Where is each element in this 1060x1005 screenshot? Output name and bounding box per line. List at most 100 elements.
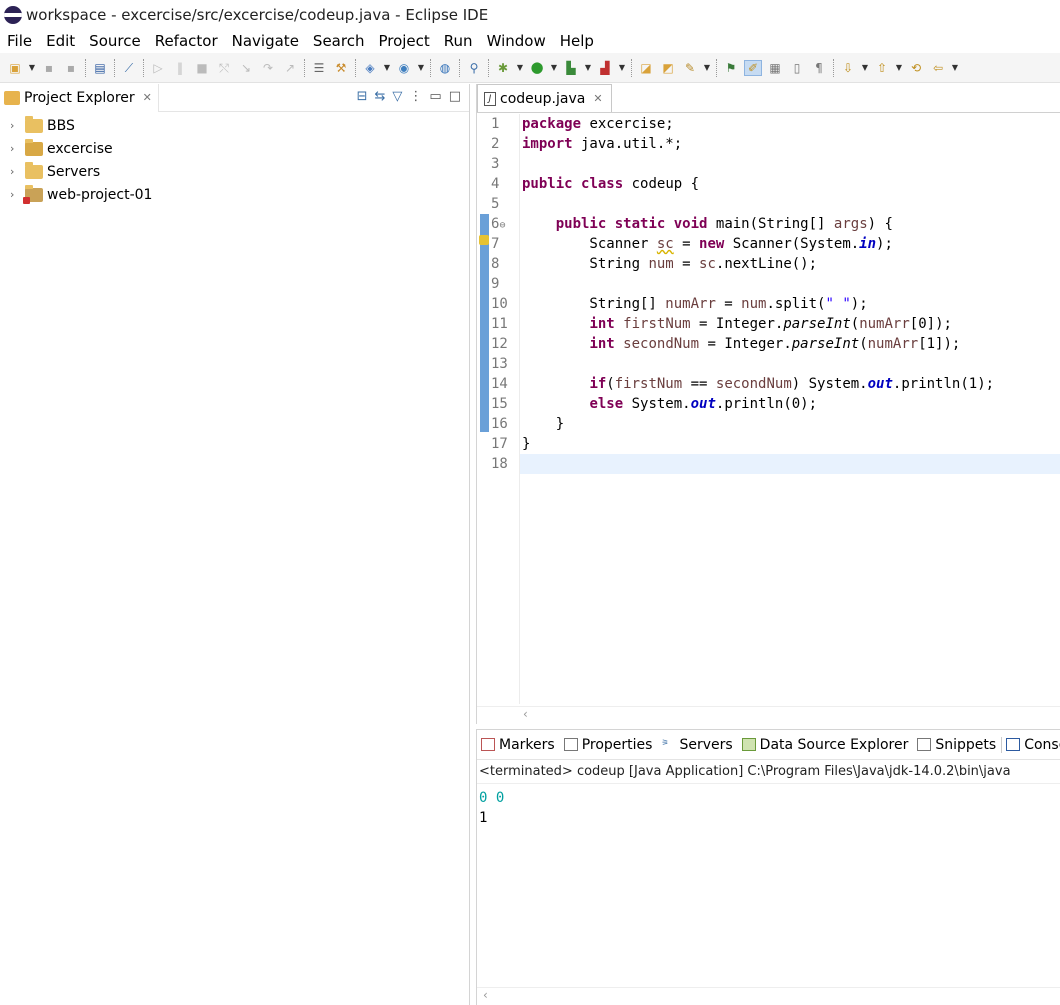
coverage-icon[interactable]: ▙ (562, 60, 580, 76)
menu-run[interactable]: Run (444, 32, 473, 50)
web-browser-icon[interactable]: ◍ (436, 60, 454, 76)
menu-search[interactable]: Search (313, 32, 365, 50)
suspend-icon[interactable]: ‖ (171, 60, 189, 76)
chevron-right-icon[interactable]: › (10, 119, 20, 132)
code-line[interactable]: Scanner sc = new Scanner(System.in); (520, 234, 1060, 254)
scroll-left-icon[interactable]: ‹ (523, 707, 528, 721)
warning-icon[interactable] (479, 235, 489, 245)
tree-item-web-project-01[interactable]: › web-project-01 (0, 183, 469, 206)
next-annotation-icon[interactable]: ⇩ (839, 60, 857, 76)
tab-snippets[interactable]: Snippets (913, 737, 1001, 753)
debug-icon[interactable]: ✱ (494, 60, 512, 76)
code-line[interactable]: String[] numArr = num.split(" "); (520, 294, 1060, 314)
code-line[interactable]: package excercise; (520, 114, 1060, 134)
open-type-icon[interactable]: ◪ (637, 60, 655, 76)
menu-file[interactable]: File (7, 32, 32, 50)
link-with-editor-icon[interactable]: ⇆ (375, 89, 386, 104)
code-lines[interactable]: package excercise; import java.util.*; pu… (519, 114, 1060, 704)
scroll-left-icon[interactable]: ‹ (483, 988, 488, 1002)
debug-dropdown-icon[interactable]: ▼ (516, 60, 524, 76)
new-class-icon[interactable]: ◉ (395, 60, 413, 76)
tab-console[interactable]: Consc (1001, 736, 1060, 753)
tab-codeup-java[interactable]: J codeup.java ✕ (477, 84, 612, 112)
toggle-block-icon[interactable]: ☰ (310, 60, 328, 76)
open-task-icon[interactable]: ◩ (659, 60, 677, 76)
code-line[interactable] (520, 274, 1060, 294)
minimize-icon[interactable]: ▭ (429, 89, 441, 104)
external-tools-icon[interactable]: ▟ (596, 60, 614, 76)
menu-refactor[interactable]: Refactor (155, 32, 218, 50)
tree-item-servers[interactable]: › Servers (0, 160, 469, 183)
last-edit-icon[interactable]: ⟲ (907, 60, 925, 76)
terminal-icon[interactable]: ▤ (91, 60, 109, 76)
code-line[interactable] (520, 154, 1060, 174)
back-dropdown-icon[interactable]: ▼ (951, 60, 959, 76)
new-dropdown-icon[interactable]: ▼ (28, 60, 36, 76)
code-editor[interactable]: 1 2 3 4 5 6⊖ 7 8 9 10 11 12 13 14 15 16 … (477, 114, 1060, 704)
view-menu-icon[interactable]: ⋮ (409, 89, 422, 104)
skip-breakpoints-icon[interactable]: ⟋ (120, 60, 138, 76)
toggle-mark-icon[interactable]: ⚒ (332, 60, 350, 76)
next-annotation-dropdown-icon[interactable]: ▼ (861, 60, 869, 76)
terminate-icon[interactable]: ■ (193, 60, 211, 76)
previous-annotation-dropdown-icon[interactable]: ▼ (895, 60, 903, 76)
pen-icon[interactable]: ✎ (681, 60, 699, 76)
chevron-right-icon[interactable]: › (10, 188, 20, 201)
current-code-line[interactable] (520, 454, 1060, 474)
save-all-icon[interactable]: ▪ (62, 60, 80, 76)
new-class-dropdown-icon[interactable]: ▼ (417, 60, 425, 76)
menu-edit[interactable]: Edit (46, 32, 75, 50)
tree-item-excercise[interactable]: › excercise (0, 137, 469, 160)
run-icon[interactable]: ● (528, 60, 546, 76)
back-icon[interactable]: ⇦ (929, 60, 947, 76)
filter-icon[interactable]: ▽ (392, 89, 402, 104)
line-number-fold[interactable]: 6⊖ (489, 214, 519, 234)
coverage-dropdown-icon[interactable]: ▼ (584, 60, 592, 76)
resume-icon[interactable]: ▷ (149, 60, 167, 76)
chevron-right-icon[interactable]: › (10, 165, 20, 178)
chevron-right-icon[interactable]: › (10, 142, 20, 155)
previous-annotation-icon[interactable]: ⇧ (873, 60, 891, 76)
menu-navigate[interactable]: Navigate (232, 32, 299, 50)
show-whitespace-icon[interactable]: ¶ (810, 60, 828, 76)
menu-project[interactable]: Project (378, 32, 429, 50)
word-wrap-icon[interactable]: ▦ (766, 60, 784, 76)
code-line[interactable]: if(firstNum == secondNum) System.out.pri… (520, 374, 1060, 394)
run-dropdown-icon[interactable]: ▼ (550, 60, 558, 76)
step-return-icon[interactable]: ↗ (281, 60, 299, 76)
collapse-all-icon[interactable]: ⊟ (357, 89, 368, 104)
code-line[interactable]: } (520, 434, 1060, 454)
tree-item-bbs[interactable]: › BBS (0, 114, 469, 137)
console-output[interactable]: 0 0 1 (477, 784, 1060, 828)
new-server-dropdown-icon[interactable]: ▼ (383, 60, 391, 76)
new-icon[interactable]: ▣ (6, 60, 24, 76)
code-line[interactable]: String num = sc.nextLine(); (520, 254, 1060, 274)
search-icon[interactable]: ⚲ (465, 60, 483, 76)
menu-help[interactable]: Help (560, 32, 594, 50)
code-line[interactable] (520, 354, 1060, 374)
step-into-icon[interactable]: ↘ (237, 60, 255, 76)
disconnect-icon[interactable]: ⤲ (215, 60, 233, 76)
tab-project-explorer[interactable]: Project Explorer ✕ (0, 83, 159, 112)
close-icon[interactable]: ✕ (143, 91, 152, 104)
close-icon[interactable]: ✕ (593, 92, 602, 105)
save-icon[interactable]: ▪ (40, 60, 58, 76)
code-line[interactable]: import java.util.*; (520, 134, 1060, 154)
tab-markers[interactable]: Markers (477, 737, 560, 753)
code-line[interactable]: } (520, 414, 1060, 434)
tab-properties[interactable]: Properties (560, 737, 658, 753)
tab-data-source-explorer[interactable]: Data Source Explorer (738, 737, 914, 753)
menu-window[interactable]: Window (487, 32, 546, 50)
editor-horizontal-scrollbar[interactable]: ‹ (477, 706, 1060, 724)
maximize-icon[interactable]: □ (449, 89, 461, 104)
code-line[interactable] (520, 194, 1060, 214)
code-line[interactable]: public class codeup { (520, 174, 1060, 194)
highlight-icon[interactable]: ✐ (744, 59, 762, 76)
code-line[interactable]: int firstNum = Integer.parseInt(numArr[0… (520, 314, 1060, 334)
step-over-icon[interactable]: ↷ (259, 60, 277, 76)
pin-icon[interactable]: ⚑ (722, 60, 740, 76)
block-selection-icon[interactable]: ▯ (788, 60, 806, 76)
code-line[interactable]: public static void main(String[] args) { (520, 214, 1060, 234)
menu-source[interactable]: Source (89, 32, 141, 50)
code-line[interactable]: int secondNum = Integer.parseInt(numArr[… (520, 334, 1060, 354)
